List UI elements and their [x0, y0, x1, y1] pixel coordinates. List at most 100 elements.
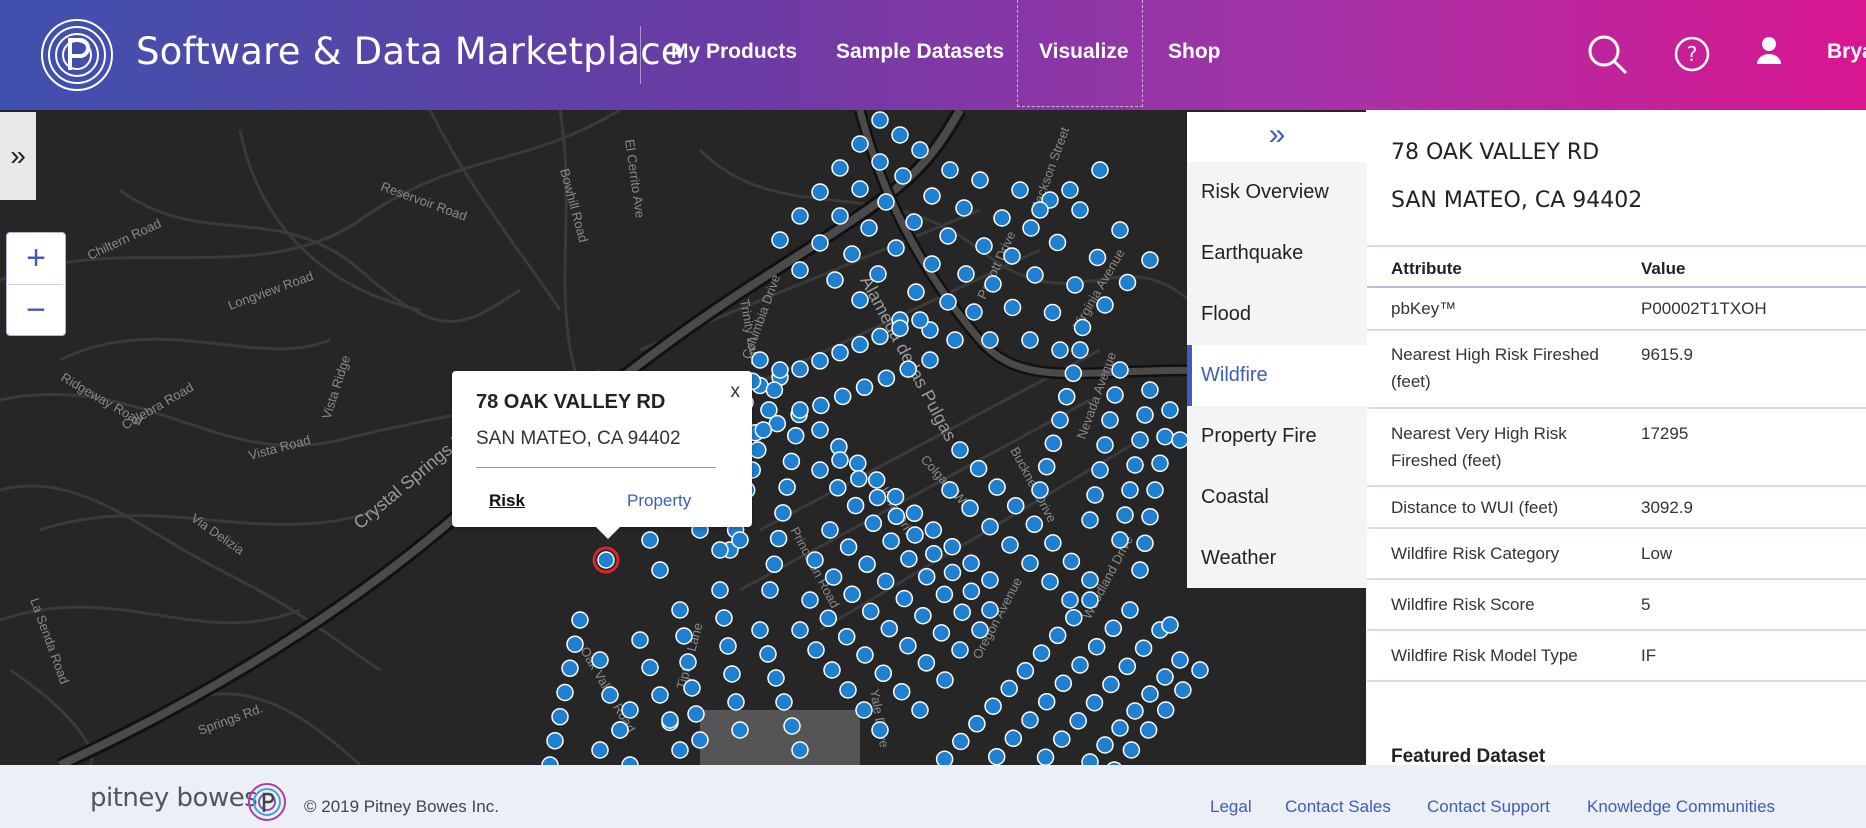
address-point[interactable] — [1134, 639, 1153, 657]
address-point[interactable] — [891, 126, 909, 144]
address-point[interactable] — [871, 153, 889, 171]
address-point[interactable] — [823, 661, 841, 679]
address-point[interactable] — [731, 531, 749, 549]
address-point[interactable] — [1111, 531, 1129, 549]
address-point[interactable] — [917, 654, 936, 672]
address-point[interactable] — [887, 507, 906, 526]
address-point[interactable] — [837, 627, 856, 646]
address-point[interactable] — [811, 461, 829, 479]
address-point[interactable] — [1022, 219, 1040, 237]
address-point[interactable] — [783, 717, 801, 735]
address-point[interactable] — [1131, 561, 1149, 579]
address-point[interactable] — [819, 609, 838, 628]
address-point[interactable] — [821, 521, 839, 539]
pitney-bowes-logo-icon[interactable] — [40, 18, 114, 92]
address-point[interactable] — [1111, 361, 1129, 379]
address-point[interactable] — [651, 561, 669, 579]
address-point[interactable] — [858, 555, 876, 574]
address-point[interactable] — [1071, 201, 1089, 219]
address-point[interactable] — [621, 756, 639, 765]
address-point[interactable] — [880, 619, 899, 638]
address-point[interactable] — [1091, 161, 1109, 179]
address-point[interactable] — [671, 601, 689, 619]
address-point[interactable] — [719, 637, 737, 655]
address-point[interactable] — [965, 303, 983, 321]
address-point[interactable] — [1126, 702, 1144, 720]
address-point[interactable] — [811, 352, 829, 370]
address-point[interactable] — [1111, 221, 1129, 239]
address-point[interactable] — [905, 504, 924, 523]
address-point[interactable] — [1021, 554, 1039, 573]
address-point[interactable] — [886, 487, 905, 506]
address-point[interactable] — [1146, 481, 1164, 499]
address-point[interactable] — [877, 193, 895, 211]
address-point[interactable] — [1054, 674, 1073, 693]
address-point[interactable] — [917, 567, 936, 586]
address-point[interactable] — [1156, 668, 1174, 686]
address-point[interactable] — [941, 161, 959, 179]
address-point[interactable] — [1006, 496, 1025, 515]
address-point[interactable] — [826, 271, 844, 289]
zoom-out-button[interactable]: − — [7, 285, 65, 336]
address-point[interactable] — [1191, 661, 1209, 679]
address-point[interactable] — [679, 653, 697, 671]
address-point[interactable] — [911, 311, 929, 329]
expand-left-panel-button[interactable]: » — [0, 112, 36, 200]
address-point[interactable] — [1000, 679, 1018, 698]
address-point[interactable] — [671, 741, 689, 759]
address-point[interactable] — [791, 261, 809, 279]
address-point[interactable] — [1004, 729, 1023, 748]
address-point[interactable] — [988, 478, 1006, 496]
address-point[interactable] — [846, 496, 865, 515]
address-point[interactable] — [946, 331, 964, 349]
address-point[interactable] — [771, 231, 789, 249]
address-point[interactable] — [843, 585, 861, 604]
address-point[interactable] — [556, 683, 574, 702]
tab-wildfire[interactable]: Wildfire — [1187, 345, 1367, 406]
address-point[interactable] — [1057, 387, 1076, 406]
address-point[interactable] — [1031, 481, 1049, 499]
user-icon[interactable] — [1757, 36, 1781, 64]
address-point[interactable] — [1073, 318, 1092, 337]
address-point[interactable] — [751, 351, 769, 369]
address-point[interactable] — [1151, 454, 1169, 473]
tab-earthquake[interactable]: Earthquake — [1187, 223, 1367, 284]
address-point[interactable] — [981, 517, 999, 536]
address-point[interactable] — [759, 645, 777, 663]
address-point[interactable] — [1174, 681, 1192, 699]
address-point[interactable] — [899, 636, 917, 655]
address-point[interactable] — [791, 207, 809, 225]
address-point[interactable] — [1032, 644, 1051, 662]
address-point[interactable] — [993, 209, 1011, 227]
address-point[interactable] — [591, 741, 609, 759]
address-point[interactable] — [867, 471, 886, 489]
address-point[interactable] — [1021, 331, 1039, 349]
address-point[interactable] — [1048, 626, 1067, 645]
address-point[interactable] — [1156, 701, 1175, 719]
address-point[interactable] — [1061, 591, 1079, 609]
address-point[interactable] — [1001, 536, 1019, 554]
address-point[interactable] — [561, 659, 579, 678]
address-point[interactable] — [900, 550, 918, 568]
address-point[interactable] — [1096, 736, 1114, 754]
address-point[interactable] — [1131, 431, 1149, 449]
address-point[interactable] — [1037, 457, 1056, 476]
address-point[interactable] — [951, 641, 969, 659]
address-point[interactable] — [1066, 276, 1084, 294]
address-point[interactable] — [843, 245, 861, 263]
address-point[interactable] — [1003, 298, 1022, 317]
address-point[interactable] — [855, 378, 874, 397]
address-point[interactable] — [987, 747, 1006, 765]
address-point[interactable] — [907, 283, 925, 301]
address-point[interactable] — [791, 401, 809, 419]
address-point[interactable] — [894, 167, 912, 185]
address-point[interactable] — [1161, 401, 1179, 419]
address-point[interactable] — [1037, 692, 1056, 711]
address-point[interactable] — [851, 135, 869, 153]
address-point[interactable] — [868, 488, 887, 507]
address-point[interactable] — [971, 171, 989, 189]
address-point[interactable] — [1086, 486, 1104, 504]
footer-brand[interactable]: pitney bowes — [90, 783, 258, 813]
address-point[interactable] — [812, 396, 830, 415]
nav-my-products[interactable]: My Products — [671, 40, 797, 64]
